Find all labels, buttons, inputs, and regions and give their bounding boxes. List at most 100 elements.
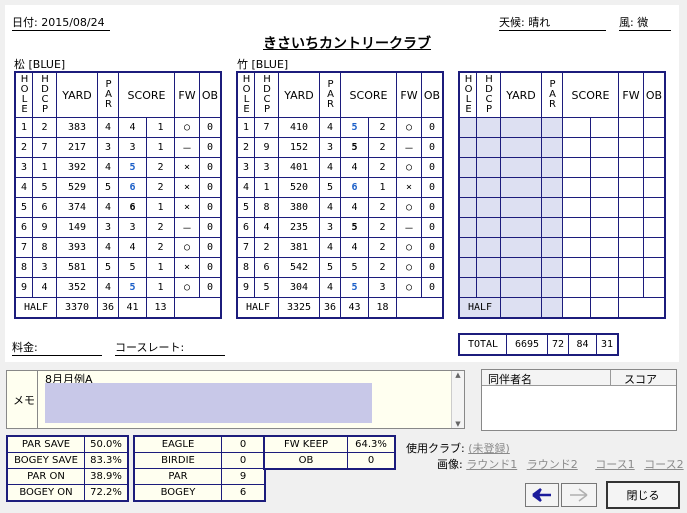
hole-row[interactable] [458,217,666,238]
ob-cell: 0 [199,277,222,298]
half-label: HALF [458,297,501,319]
next-button[interactable] [561,483,597,507]
total-par: 72 [547,333,569,356]
course-title: きさいちカントリークラブ [263,36,431,52]
score-cell [562,117,591,138]
par-cell: 5 [319,257,341,278]
stat-value: 50.0% [84,435,129,453]
score-cell: 5 [340,137,369,158]
hdcp-header-text: HDCP [483,73,495,114]
score-cell [562,197,591,218]
companion-name-header[interactable]: 同伴者名 [488,371,532,387]
weather-field[interactable]: 天候: 晴れ [499,14,606,31]
hole-row[interactable]: 7 8 393 4 4 2 ○ 0 [14,237,222,258]
hole-row[interactable]: 8 3 581 5 5 1 × 0 [14,257,222,278]
hole-row[interactable]: 6 4 235 3 5 2 － 0 [236,217,444,238]
close-button[interactable]: 閉じる [606,481,680,509]
header-row: HOLE HDCP YARD PAR SCORE FW OB [458,71,666,118]
half-par [541,297,563,319]
hole-row[interactable]: 5 8 380 4 4 2 ○ 0 [236,197,444,218]
fw-cell: ○ [174,277,200,298]
stat-label: PAR [133,468,222,485]
hole-row[interactable] [458,277,666,298]
club-link[interactable]: (未登録) [468,442,510,455]
stat-label: OB [263,452,348,470]
ob-cell: 0 [421,237,444,258]
ob-cell [643,117,666,138]
memo-input[interactable] [45,383,372,423]
ob-cell [643,177,666,198]
hole-row[interactable]: 7 2 381 4 4 2 ○ 0 [236,237,444,258]
ob-cell: 0 [199,237,222,258]
companion-list: 同伴者名 スコア [481,369,677,431]
putt-cell: 2 [146,237,175,258]
hole-row[interactable] [458,137,666,158]
hole-row[interactable] [458,177,666,198]
memo-scrollbar[interactable]: ▲ ▼ [451,371,464,428]
fw-cell: ○ [396,237,422,258]
fw-header: FW [618,71,644,118]
putt-cell: 2 [368,237,397,258]
hole-row[interactable]: 9 5 304 4 5 3 ○ 0 [236,277,444,298]
fw-cell [618,277,644,298]
hole-row[interactable] [458,157,666,178]
hole-row[interactable]: 4 5 529 5 6 2 × 0 [14,177,222,198]
half-label: HALF [14,297,57,319]
third-scorecard-table: HOLE HDCP YARD PAR SCORE FW OB HALF [458,71,666,319]
hole-row[interactable]: 1 2 383 4 4 1 ○ 0 [14,117,222,138]
image-link-round1[interactable]: ラウンド1 [466,458,517,471]
hole-cell: 6 [14,217,33,238]
yard-cell: 235 [278,217,320,238]
hdcp-cell [476,157,501,178]
ob-cell [643,277,666,298]
hole-row[interactable]: 5 6 374 4 6 1 × 0 [14,197,222,218]
ob-cell: 0 [421,277,444,298]
half-putt: 18 [368,297,397,319]
hole-row[interactable]: 9 4 352 4 5 1 ○ 0 [14,277,222,298]
par-cell [541,137,563,158]
score-cell: 3 [118,217,147,238]
hole-row[interactable]: 2 7 217 3 3 1 － 0 [14,137,222,158]
hole-row[interactable] [458,257,666,278]
fw-cell: ○ [396,117,422,138]
yard-cell: 401 [278,157,320,178]
scroll-up-icon[interactable]: ▲ [452,371,464,379]
par-cell [541,117,563,138]
hole-row[interactable]: 4 1 520 5 6 1 × 0 [236,177,444,198]
yard-cell: 152 [278,137,320,158]
hole-header-text: HOLE [463,73,474,114]
yard-cell: 581 [56,257,98,278]
score-cell: 6 [340,177,369,198]
companion-score-header[interactable]: スコア [624,371,657,387]
hole-row[interactable]: 8 6 542 5 5 2 ○ 0 [236,257,444,278]
hole-row[interactable]: 1 7 410 4 5 2 ○ 0 [236,117,444,138]
hole-row[interactable] [458,117,666,138]
yard-cell: 380 [278,197,320,218]
hole-row[interactable] [458,197,666,218]
fw-cell: × [396,177,422,198]
hdcp-cell [476,177,501,198]
score-cell: 4 [118,237,147,258]
fee-field[interactable]: 料金: [12,339,102,356]
course-rate-field[interactable]: コースレート: [115,339,225,356]
putt-cell [590,177,619,198]
hole-cell: 7 [14,237,33,258]
prev-button[interactable] [525,483,559,507]
hole-row[interactable] [458,237,666,258]
date-field[interactable]: 日付: 2015/08/24 [12,14,110,31]
hole-cell: 3 [14,157,33,178]
putt-cell: 1 [146,277,175,298]
scroll-down-icon[interactable]: ▼ [452,420,464,428]
hole-row[interactable]: 6 9 149 3 3 2 － 0 [14,217,222,238]
putt-cell: 2 [368,137,397,158]
par-cell: 5 [97,177,119,198]
image-link-course2[interactable]: コース2 [644,458,683,471]
image-link-course1[interactable]: コース1 [595,458,634,471]
hole-row[interactable]: 3 1 392 4 5 2 × 0 [14,157,222,178]
image-link-round2[interactable]: ラウンド2 [527,458,578,471]
hole-row[interactable]: 3 3 401 4 4 2 ○ 0 [236,157,444,178]
hole-row[interactable]: 2 9 152 3 5 2 － 0 [236,137,444,158]
yard-cell: 520 [278,177,320,198]
total-label: TOTAL [458,333,507,356]
wind-field[interactable]: 風: 微 [619,14,671,31]
